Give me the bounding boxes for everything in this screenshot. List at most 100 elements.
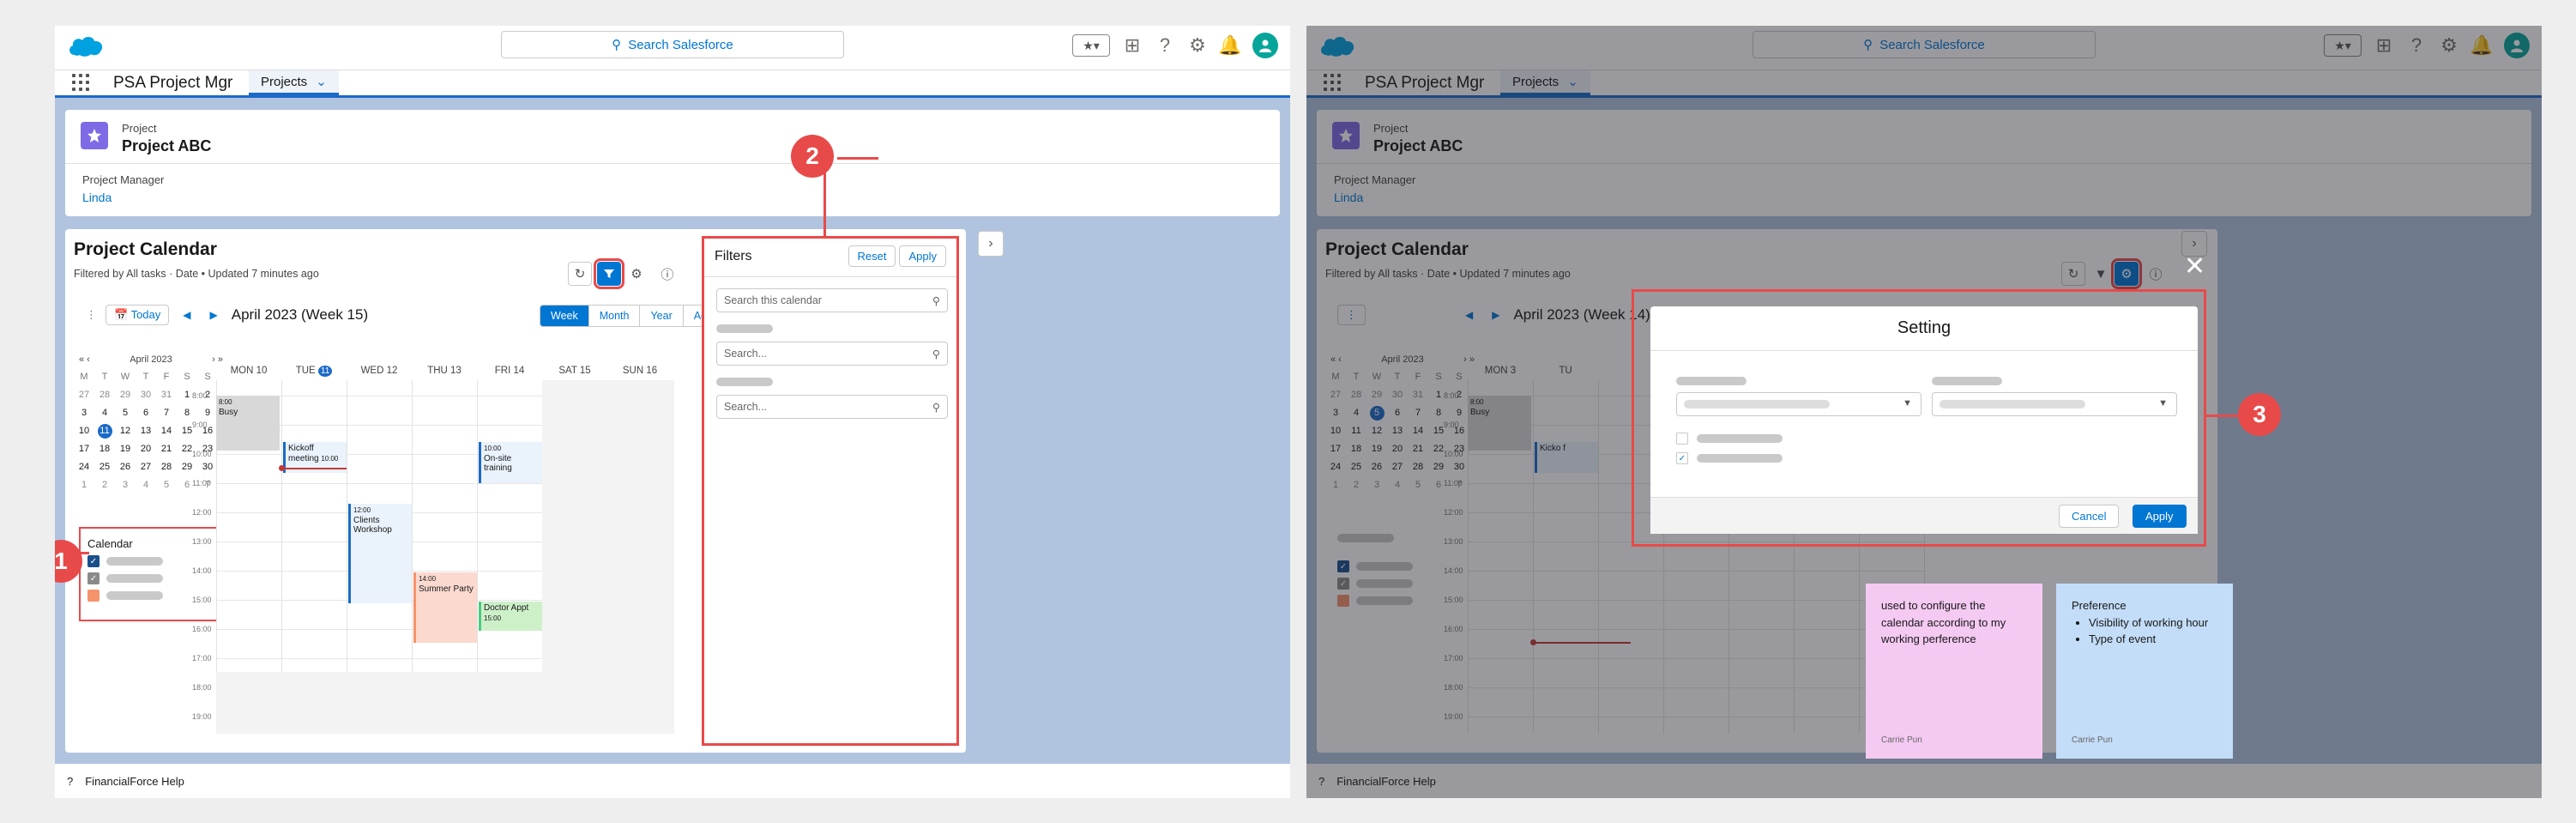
search-icon: ⚲ <box>932 401 940 414</box>
calendar-checkbox[interactable]: ✓ <box>87 555 100 567</box>
cancel-button[interactable]: Cancel <box>2059 505 2120 528</box>
setting-modal-highlight: Setting ▼ ▼ ✓ Cancel Apply <box>1632 289 2206 547</box>
mini-day[interactable]: 3 <box>74 406 94 421</box>
mini-day[interactable]: 21 <box>156 442 177 457</box>
setting-checkbox[interactable]: ✓ <box>1676 452 1688 464</box>
project-calendar-card: Project Calendar Filtered by All tasks ·… <box>65 229 966 753</box>
annotation-badge-3: 3 <box>2238 393 2281 436</box>
filter-search-input[interactable]: Search... ⚲ <box>716 342 948 366</box>
mini-day[interactable]: 30 <box>197 460 218 475</box>
time-label: 10:00 <box>192 450 212 458</box>
mini-day[interactable]: 10 <box>74 424 94 439</box>
mini-day[interactable]: 6 <box>136 406 156 421</box>
setting-checkbox[interactable] <box>1676 433 1688 445</box>
search-calendar-input[interactable]: Search this calendar ⚲ <box>716 288 948 312</box>
mini-day[interactable]: 31 <box>156 388 177 402</box>
help-icon[interactable]: ? <box>1155 34 1175 56</box>
mini-day[interactable]: 26 <box>115 460 136 475</box>
project-manager-link[interactable]: Linda <box>82 191 112 204</box>
today-button[interactable]: 📅 Today <box>106 305 170 325</box>
mini-day[interactable]: 3 <box>115 478 136 493</box>
mini-day[interactable]: 19 <box>115 442 136 457</box>
time-label: 16:00 <box>192 625 212 633</box>
mini-day[interactable]: 5 <box>156 478 177 493</box>
next-week-icon[interactable]: ▶ <box>205 309 223 321</box>
mini-day[interactable]: 30 <box>136 388 156 402</box>
close-icon[interactable]: ✕ <box>2184 254 2205 280</box>
refresh-icon[interactable]: ↻ <box>568 262 592 286</box>
settings-icon[interactable]: ⚙ <box>624 262 649 286</box>
setting-modal: Setting ▼ ▼ ✓ Cancel Apply <box>1650 306 2198 534</box>
prev-week-icon[interactable]: ◀ <box>178 309 196 321</box>
gear-icon[interactable]: ⚙ <box>1187 34 1208 56</box>
salesforce-logo <box>69 36 103 57</box>
mini-day[interactable]: 7 <box>156 406 177 421</box>
mini-day[interactable]: 13 <box>136 424 156 439</box>
mini-day[interactable]: 11 <box>97 424 112 439</box>
add-icon[interactable]: ⊞ <box>1122 34 1143 56</box>
mini-day[interactable]: 28 <box>156 460 177 475</box>
filter-icon[interactable] <box>594 258 624 289</box>
setting-dropdown[interactable]: ▼ <box>1676 392 1921 416</box>
reset-button[interactable]: Reset <box>848 245 896 267</box>
apply-button[interactable]: Apply <box>2133 505 2187 528</box>
mini-day[interactable]: 29 <box>115 388 136 402</box>
favorites-icon[interactable]: ★▾ <box>1072 34 1110 57</box>
event-doctor-appt[interactable]: Doctor Appt 15:00 <box>479 602 542 631</box>
mini-day[interactable]: 25 <box>94 460 115 475</box>
time-label: 8:00 <box>192 391 208 400</box>
prev-year-icon[interactable]: « ‹ <box>79 354 90 365</box>
mini-day[interactable]: 4 <box>136 478 156 493</box>
event-summer-party[interactable]: 14:00 Summer Party <box>413 572 477 643</box>
time-label: 11:00 <box>192 479 211 487</box>
screenshot-filters: ⚲ Search Salesforce ★▾ ⊞ ? ⚙ 🔔 PSA Proje… <box>55 26 1290 798</box>
mini-day[interactable]: 5 <box>115 406 136 421</box>
mini-day[interactable]: 28 <box>94 388 115 402</box>
bell-icon[interactable]: 🔔 <box>1218 34 1241 56</box>
record-type: Project <box>122 122 157 135</box>
event-onsite[interactable]: 10:00 On-site training <box>479 442 542 483</box>
chevron-down-icon: ⌄ <box>316 75 327 89</box>
search-icon: ⚲ <box>932 348 940 360</box>
mini-month: April 2023 <box>130 354 172 365</box>
view-month-button[interactable]: Month <box>588 306 640 326</box>
mini-day[interactable]: 27 <box>74 388 94 402</box>
chevron-right-icon[interactable]: › <box>978 231 1004 257</box>
calendar-checkbox[interactable] <box>87 590 100 602</box>
apply-button[interactable]: Apply <box>899 245 946 267</box>
help-icon[interactable]: ? <box>67 775 73 788</box>
more-icon[interactable]: ⋮ <box>86 308 97 322</box>
mini-day[interactable]: 4 <box>94 406 115 421</box>
avatar[interactable] <box>1252 33 1278 58</box>
setting-dropdown[interactable]: ▼ <box>1932 392 2177 416</box>
next-year-icon[interactable]: › » <box>212 354 223 365</box>
mini-day[interactable]: 9 <box>197 406 218 421</box>
event-clients-workshop[interactable]: 12:00 Clients Workshop <box>348 504 412 603</box>
calendar-title: Project Calendar <box>74 239 217 259</box>
calendar-checkbox[interactable]: ✓ <box>87 572 100 584</box>
event-busy[interactable]: 8:00 Busy <box>216 396 280 451</box>
mini-day[interactable]: 8 <box>177 406 197 421</box>
view-year-button[interactable]: Year <box>639 306 682 326</box>
view-week-button[interactable]: Week <box>540 306 588 326</box>
mini-day[interactable]: 2 <box>94 478 115 493</box>
time-label: 18:00 <box>192 683 212 692</box>
mini-day[interactable]: 12 <box>115 424 136 439</box>
mini-day[interactable]: 14 <box>156 424 177 439</box>
mini-day[interactable]: 24 <box>74 460 94 475</box>
info-icon[interactable]: ⓘ <box>655 262 679 286</box>
mini-day[interactable]: 18 <box>94 442 115 457</box>
mini-day[interactable]: 17 <box>74 442 94 457</box>
filters-title: Filters <box>715 249 752 263</box>
mini-day[interactable]: 20 <box>136 442 156 457</box>
time-label: 12:00 <box>192 508 212 517</box>
search-input[interactable]: ⚲ Search Salesforce <box>501 31 844 58</box>
mini-day[interactable]: 1 <box>74 478 94 493</box>
filter-search-input[interactable]: Search... ⚲ <box>716 395 948 419</box>
mini-day[interactable]: 29 <box>177 460 197 475</box>
tab-projects[interactable]: Projects ⌄ <box>249 70 339 95</box>
app-launcher-icon[interactable] <box>72 74 89 91</box>
time-label: 15:00 <box>192 596 212 604</box>
mini-day[interactable]: 27 <box>136 460 156 475</box>
time-label: 17:00 <box>192 654 212 663</box>
